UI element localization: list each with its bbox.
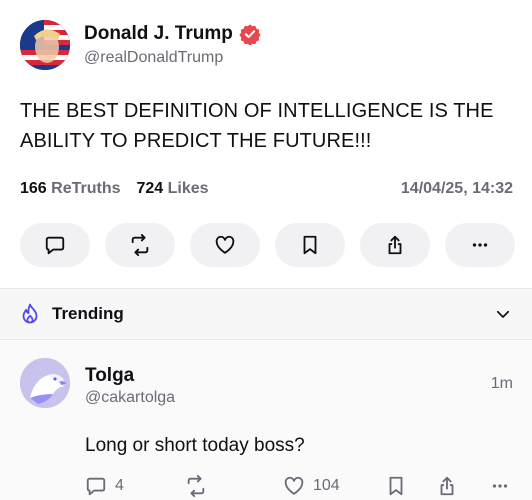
reply-more-button[interactable] — [489, 475, 511, 497]
share-icon — [440, 476, 454, 496]
post-timestamp: 14/04/25, 14:32 — [400, 180, 513, 197]
verified-badge-icon — [239, 24, 261, 45]
retruths-count: 166 — [20, 180, 47, 197]
reply-comment-button[interactable]: 4 — [85, 475, 124, 497]
more-icon — [472, 243, 488, 247]
reply-item[interactable]: Tolga @cakartolga 1m Long or short today… — [0, 341, 532, 500]
likes-label: Likes — [167, 180, 209, 197]
bookmark-icon — [303, 235, 317, 255]
reply-actions: 4 104 — [85, 475, 525, 500]
action-bar — [20, 223, 515, 267]
reply-author-handle[interactable]: @cakartolga — [85, 389, 175, 407]
trending-bar[interactable]: Trending — [0, 288, 532, 340]
retruth-icon — [131, 234, 149, 256]
reply-like-button[interactable]: 104 — [283, 475, 340, 497]
post-header: Donald J. Trump @realDonaldTrump — [20, 20, 261, 70]
author-name-row: Donald J. Trump — [84, 23, 261, 45]
bookmark-button[interactable] — [275, 223, 345, 267]
share-button[interactable] — [360, 223, 430, 267]
reply-bookmark-button[interactable] — [385, 475, 407, 497]
reply-retruth-button[interactable] — [185, 475, 207, 497]
reply-like-count: 104 — [313, 477, 340, 494]
retruth-button[interactable] — [105, 223, 175, 267]
reply-share-button[interactable] — [436, 475, 458, 497]
reply-author-name[interactable]: Tolga — [85, 365, 134, 387]
retruth-icon — [187, 475, 205, 497]
trending-label: Trending — [52, 304, 124, 323]
comment-button[interactable] — [20, 223, 90, 267]
flame-icon — [22, 303, 38, 324]
reply-comment-count: 4 — [115, 477, 124, 494]
reply-time: 1m — [490, 375, 513, 392]
heart-icon — [215, 235, 235, 254]
author-handle[interactable]: @realDonaldTrump — [84, 49, 261, 67]
likes-stat[interactable]: 724 Likes — [137, 180, 209, 198]
author-avatar[interactable] — [20, 20, 70, 70]
retruths-label: ReTruths — [51, 180, 121, 197]
share-icon — [388, 235, 402, 255]
post-stats: 166 ReTruths 724 Likes 14/04/25, 14:32 — [20, 178, 513, 200]
reply-avatar[interactable] — [20, 358, 70, 408]
comment-icon — [45, 236, 65, 255]
heart-icon — [284, 476, 304, 495]
post-text: THE BEST DEFINITION OF INTELLIGENCE IS T… — [20, 100, 494, 152]
author-block: Donald J. Trump @realDonaldTrump — [84, 23, 261, 67]
author-name[interactable]: Donald J. Trump — [84, 23, 233, 45]
like-button[interactable] — [190, 223, 260, 267]
retruths-stat[interactable]: 166 ReTruths — [20, 180, 121, 198]
likes-count: 724 — [136, 180, 164, 197]
more-icon — [492, 484, 508, 488]
reply-text: Long or short today boss? — [85, 435, 305, 456]
comment-icon — [86, 477, 106, 496]
bookmark-icon — [389, 476, 403, 496]
more-button[interactable] — [445, 223, 515, 267]
chevron-down-icon[interactable] — [494, 305, 512, 323]
